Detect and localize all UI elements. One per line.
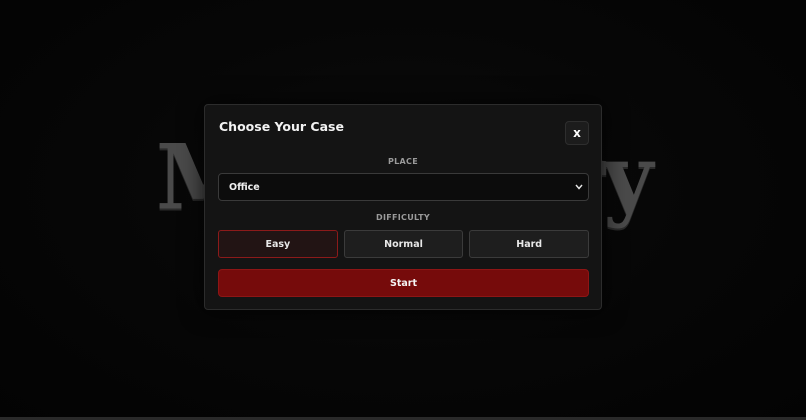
screen: M ry Choose Your Case x PLACE Office DIF… bbox=[0, 0, 806, 420]
close-icon: x bbox=[573, 126, 581, 140]
place-select[interactable]: Office bbox=[218, 173, 589, 201]
place-select-value: Office bbox=[229, 181, 260, 193]
difficulty-normal-button[interactable]: Normal bbox=[343, 230, 464, 258]
difficulty-options: Easy Normal Hard bbox=[218, 230, 590, 258]
case-selection-dialog: Choose Your Case x PLACE Office DIFFICUL… bbox=[204, 104, 602, 310]
place-label: PLACE bbox=[388, 157, 418, 166]
start-button[interactable]: Start bbox=[218, 269, 589, 297]
difficulty-easy-button[interactable]: Easy bbox=[218, 230, 338, 258]
close-button[interactable]: x bbox=[565, 121, 589, 145]
difficulty-hard-button[interactable]: Hard bbox=[469, 230, 590, 258]
dialog-title: Choose Your Case bbox=[219, 119, 344, 134]
difficulty-label: DIFFICULTY bbox=[376, 213, 430, 222]
chevron-down-icon bbox=[575, 184, 583, 190]
